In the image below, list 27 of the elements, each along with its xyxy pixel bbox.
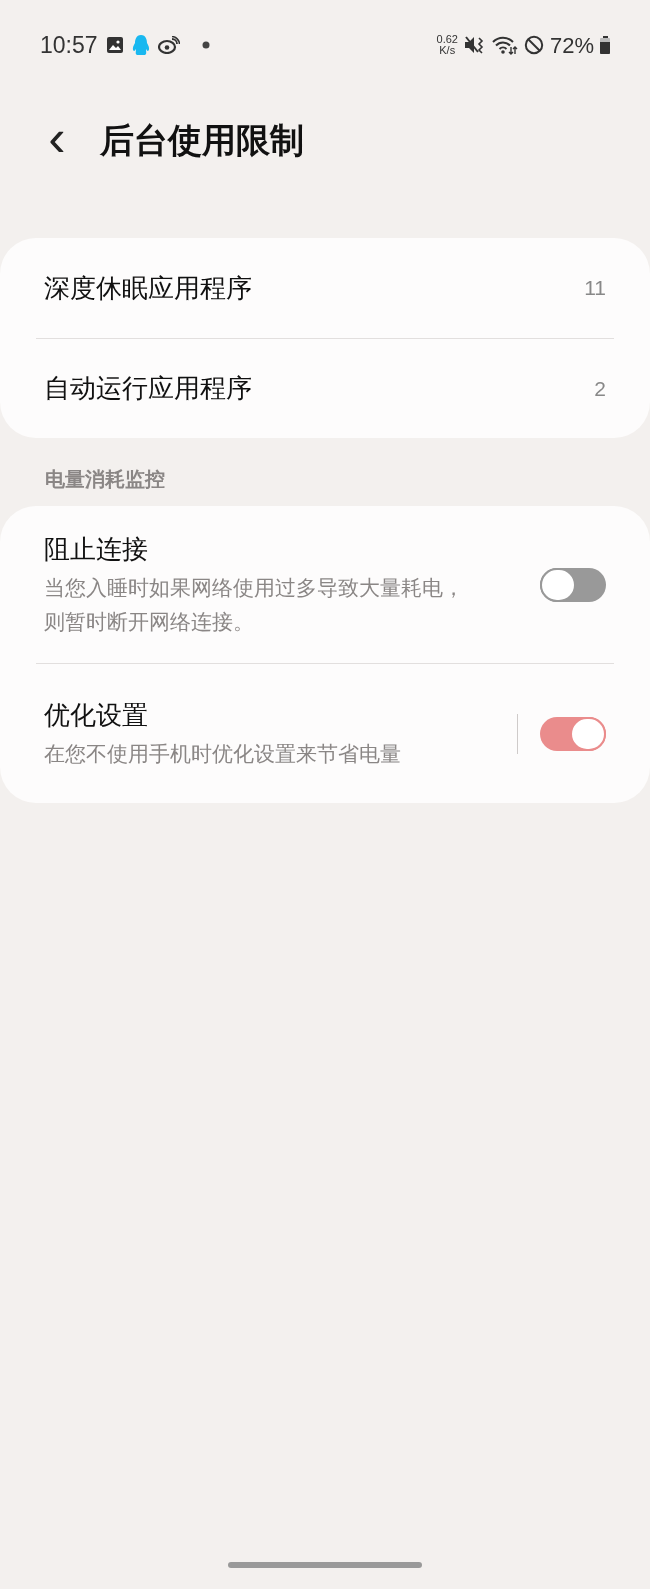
battery-percentage: 72%	[549, 31, 594, 60]
page-title: 后台使用限制	[100, 120, 304, 161]
section-header: 电量消耗监控	[44, 467, 166, 492]
settings-row[interactable]: 深度休眠应用程序 11	[36, 238, 614, 338]
network-speed: 0.62	[436, 34, 458, 45]
notification-dot-icon	[201, 41, 210, 49]
eye-icon	[157, 36, 180, 54]
row-label: 深度休眠应用程序	[44, 271, 252, 305]
network-speed-unit: K/s	[439, 45, 456, 56]
setting-description: 当您入睡时如果网络使用过多导致大量耗电，则暂时断开网络连接。	[44, 575, 465, 635]
toggle-switch[interactable]	[540, 567, 606, 602]
toggle-switch[interactable]	[540, 716, 606, 751]
do-not-disturb-icon	[523, 35, 544, 55]
clock: 10:57	[40, 30, 98, 60]
app-count: 2	[594, 375, 606, 402]
back-button[interactable]: ‹	[42, 111, 72, 170]
setting-title: 阻止连接	[44, 533, 149, 566]
battery-icon	[600, 36, 610, 54]
penguin-icon	[131, 34, 150, 56]
app-count: 11	[584, 275, 606, 302]
row-label: 自动运行应用程序	[44, 372, 252, 405]
setting-title: 优化设置	[44, 699, 149, 732]
setting-description: 在您不使用手机时优化设置来节省电量	[44, 741, 402, 767]
image-icon	[105, 36, 124, 54]
settings-row[interactable]: 自动运行应用程序 2	[36, 338, 614, 438]
mute-vibrate-icon	[463, 35, 486, 55]
wifi-icon	[491, 35, 518, 55]
